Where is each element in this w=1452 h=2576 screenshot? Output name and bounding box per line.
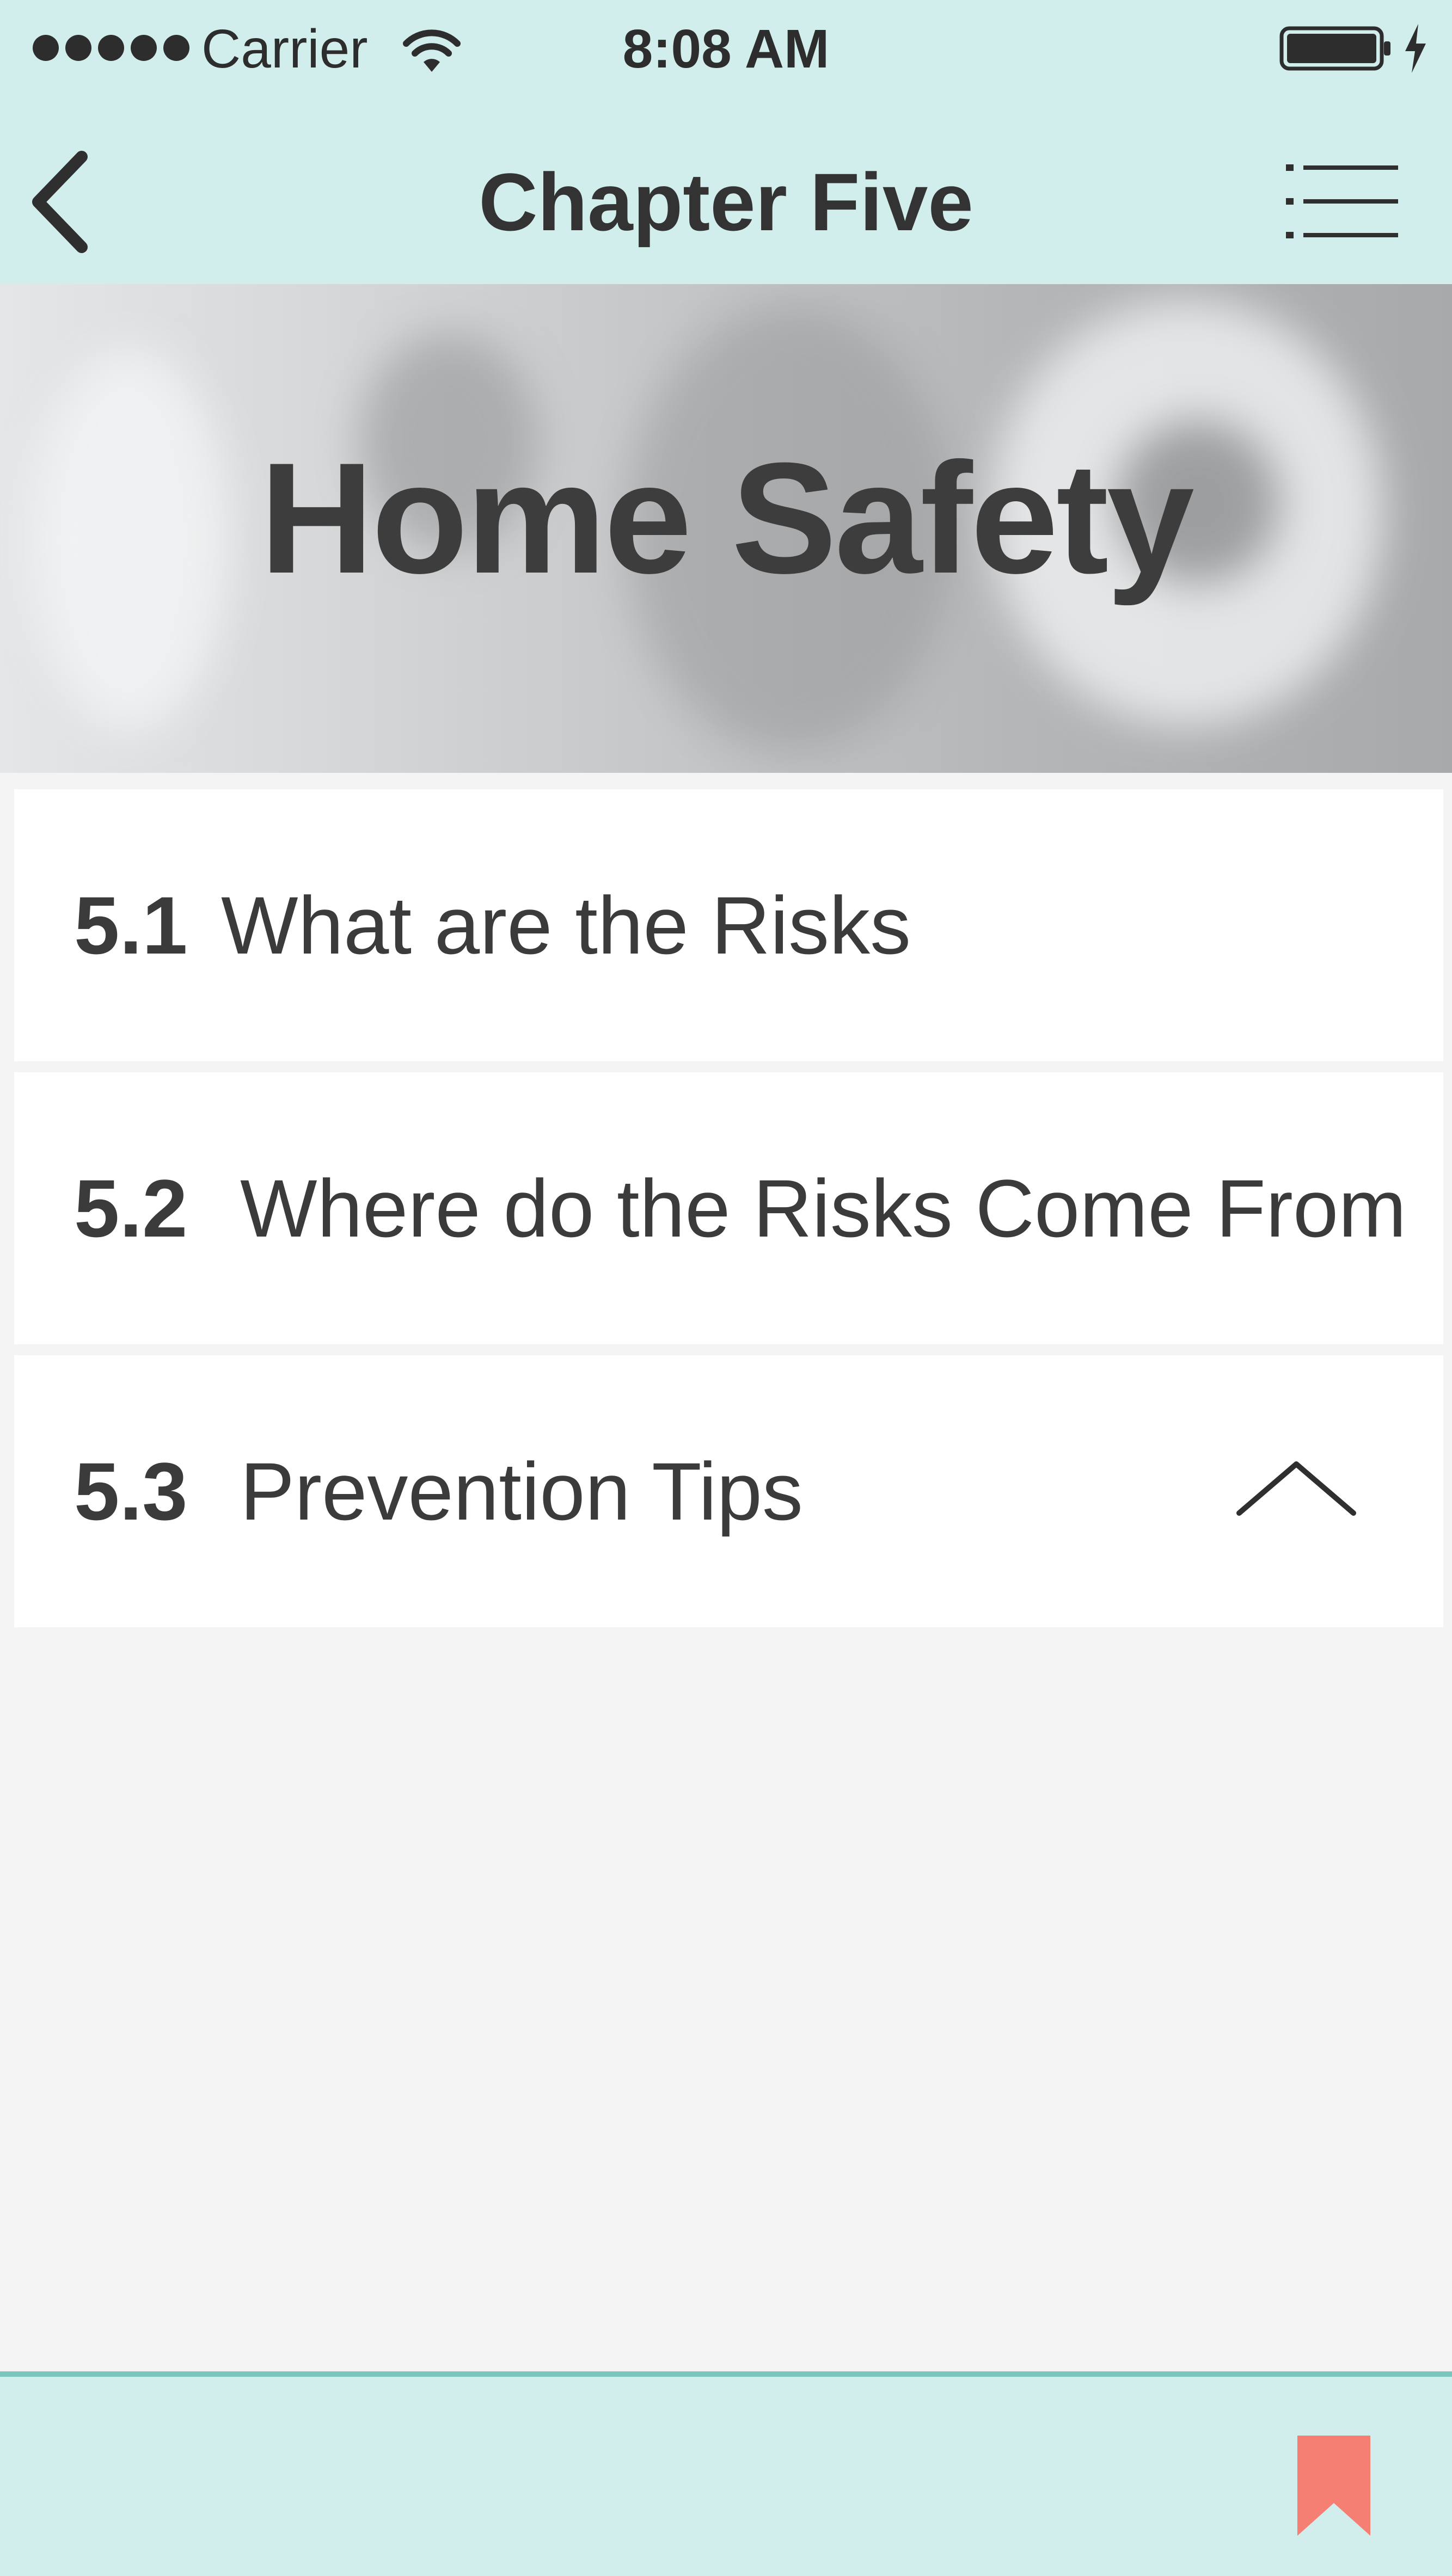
- chapter-title: Home Safety: [260, 430, 1194, 606]
- menu-button[interactable]: [1285, 161, 1405, 248]
- section-title: What are the Risks: [221, 879, 911, 971]
- list-menu-icon: [1286, 164, 1398, 238]
- bottom-toolbar: [0, 2371, 1452, 2576]
- section-title: Prevention Tips: [240, 1445, 803, 1537]
- navigation-bar: Chapter Five: [0, 96, 1452, 284]
- chevron-up-icon[interactable]: [1234, 1453, 1359, 1529]
- section-number: 5.3: [74, 1445, 188, 1537]
- page-title: Chapter Five: [479, 156, 973, 248]
- section-row-5-2[interactable]: 5.2 Where do the Risks Come From: [14, 1072, 1443, 1344]
- top-bar: Carrier 8:08 AM Chapter Five: [0, 0, 1452, 284]
- status-bar: Carrier 8:08 AM: [0, 0, 1452, 96]
- section-number: 5.1: [74, 879, 188, 971]
- charging-bolt-icon: [1405, 24, 1426, 73]
- chapter-hero-image: Home Safety: [0, 284, 1452, 773]
- status-time: 8:08 AM: [622, 19, 830, 79]
- section-row-5-1[interactable]: 5.1 What are the Risks: [14, 789, 1443, 1061]
- section-row-5-3[interactable]: 5.3 Prevention Tips: [14, 1355, 1443, 1627]
- section-title: Where do the Risks Come From: [240, 1162, 1407, 1254]
- battery-icon: [1279, 26, 1390, 71]
- section-list: 5.1 What are the Risks 5.2 Where do the …: [14, 789, 1443, 1638]
- section-number: 5.2: [74, 1162, 188, 1254]
- bookmark-icon[interactable]: [1293, 2431, 1375, 2540]
